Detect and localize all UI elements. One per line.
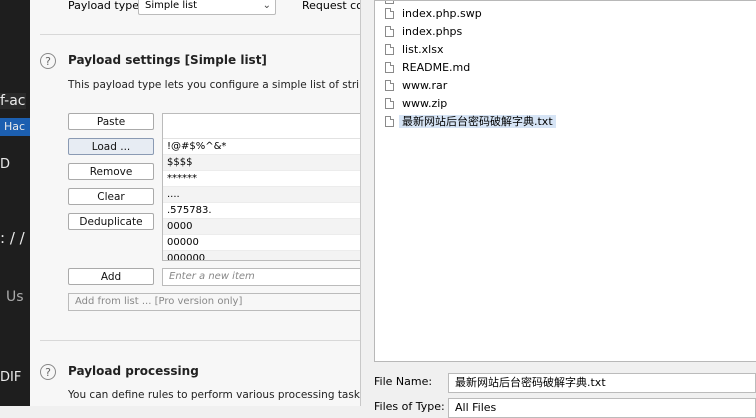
- file-list[interactable]: index.php.swp index.phps list.xlsx READM…: [374, 0, 756, 362]
- background-text: DIF: [0, 370, 22, 385]
- add-from-list-select[interactable]: Add from list ... [Pro version only]: [68, 293, 360, 311]
- file-item[interactable]: index.phps: [385, 24, 462, 40]
- add-from-list-label: Add from list ... [Pro version only]: [75, 296, 243, 307]
- file-icon: [385, 98, 394, 109]
- file-name: list.xlsx: [402, 43, 444, 56]
- list-item[interactable]: ....: [163, 187, 360, 203]
- file-icon: [385, 8, 394, 19]
- file-item[interactable]: www.zip: [385, 96, 447, 112]
- divider: [40, 34, 360, 35]
- file-name: 最新网站后台密码破解字典.txt: [399, 115, 556, 128]
- payload-type-select[interactable]: Simple list ⌄: [138, 0, 276, 15]
- file-name: www.rar: [402, 79, 448, 92]
- file-name-input[interactable]: 最新网站后台密码破解字典.txt: [448, 373, 756, 393]
- list-item[interactable]: 00000: [163, 235, 360, 251]
- payload-type-value: Simple list: [145, 0, 198, 11]
- file-icon: [385, 80, 394, 91]
- file-icon: [385, 116, 394, 127]
- file-name-label: File Name:: [374, 375, 433, 388]
- chevron-down-icon: ⌄: [262, 0, 271, 11]
- add-button[interactable]: Add: [68, 268, 154, 285]
- file-name: index.phps: [402, 25, 463, 38]
- file-icon: [385, 1, 394, 4]
- payload-list[interactable]: !@#$%^&* $$$$ ****** .... .575783. 0000 …: [162, 113, 360, 261]
- clear-button[interactable]: Clear: [68, 188, 154, 205]
- new-item-input[interactable]: Enter a new item: [162, 268, 360, 286]
- request-count-label: Request co: [302, 0, 360, 12]
- background-text: : / /: [0, 229, 25, 247]
- paste-button[interactable]: Paste: [68, 113, 154, 130]
- list-item[interactable]: 000000: [163, 251, 360, 260]
- list-item[interactable]: ******: [163, 171, 360, 187]
- background-text: Us: [6, 289, 24, 305]
- file-item-selected[interactable]: 最新网站后台密码破解字典.txt: [385, 114, 556, 130]
- file-name: www.zip: [402, 97, 448, 110]
- list-item[interactable]: .575783.: [163, 203, 360, 219]
- file-icon: [385, 26, 394, 37]
- list-item[interactable]: !@#$%^&*: [163, 139, 360, 155]
- file-name: index.php.swp: [402, 7, 482, 20]
- file-name: README.md: [402, 61, 471, 74]
- list-item[interactable]: $$$$: [163, 155, 360, 171]
- background-tab: Hac: [0, 118, 30, 136]
- deduplicate-button[interactable]: Deduplicate: [68, 213, 154, 230]
- payload-list-rows: !@#$%^&* $$$$ ****** .... .575783. 0000 …: [163, 139, 360, 260]
- file-item[interactable]: index.php.swp: [385, 6, 482, 22]
- payload-settings-title: Payload settings [Simple list]: [68, 53, 267, 67]
- file-item[interactable]: list.xlsx: [385, 42, 443, 58]
- help-icon[interactable]: ?: [40, 53, 56, 69]
- payload-processing-title: Payload processing: [68, 364, 199, 378]
- help-icon[interactable]: ?: [40, 364, 56, 380]
- payloads-panel: Payload type: Simple list ⌄ Request co ?…: [30, 0, 360, 406]
- files-of-type-label: Files of Type:: [374, 400, 445, 413]
- file-name-value: 最新网站后台密码破解字典.txt: [455, 376, 606, 389]
- payload-type-label: Payload type:: [68, 0, 143, 12]
- file-icon: [385, 44, 394, 55]
- load-button[interactable]: Load ...: [68, 138, 154, 155]
- background-window: f-ac Hac D : / / Us DIF: [0, 0, 30, 406]
- files-of-type-select[interactable]: All Files: [448, 398, 756, 418]
- divider: [40, 340, 360, 341]
- file-item[interactable]: www.rar: [385, 78, 447, 94]
- payload-processing-description: You can define rules to perform various …: [68, 389, 360, 401]
- payload-settings-description: This payload type lets you configure a s…: [68, 79, 360, 91]
- remove-button[interactable]: Remove: [68, 163, 154, 180]
- background-text: f-ac: [0, 93, 26, 109]
- background-text: D: [0, 157, 11, 172]
- list-item[interactable]: 0000: [163, 219, 360, 235]
- file-item[interactable]: README.md: [385, 60, 470, 76]
- list-header: [163, 114, 360, 139]
- files-of-type-value: All Files: [455, 401, 497, 414]
- file-icon: [385, 62, 394, 73]
- new-item-placeholder: Enter a new item: [169, 271, 255, 282]
